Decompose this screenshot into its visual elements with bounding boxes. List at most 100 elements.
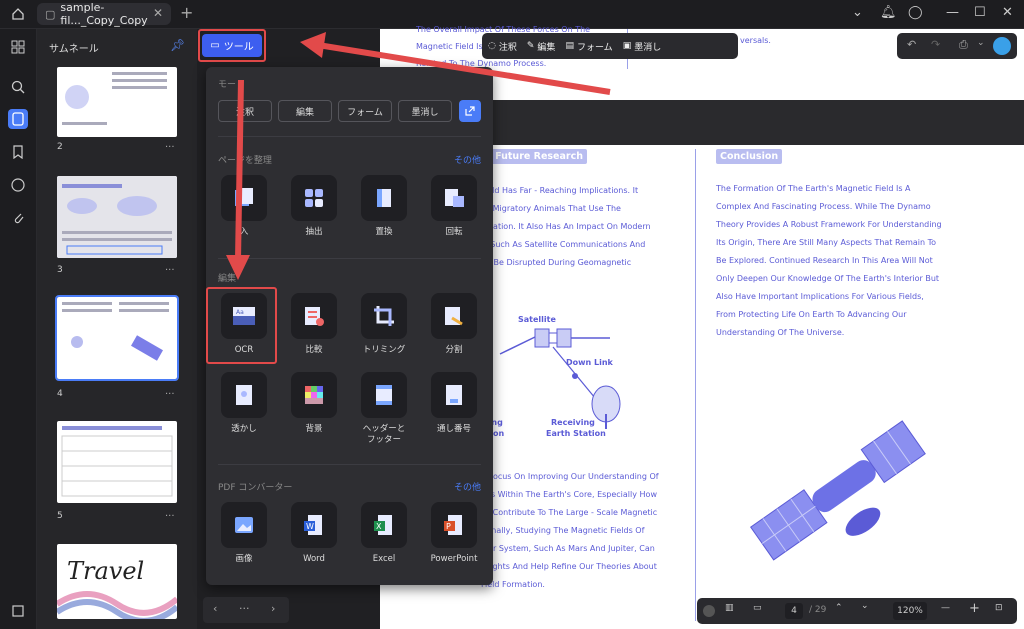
- organize-more-link[interactable]: その他: [454, 153, 481, 166]
- more-icon[interactable]: ···: [239, 602, 250, 615]
- more-icon[interactable]: ···: [165, 142, 175, 153]
- doc-line: Be Explored. Continued Research In This …: [716, 256, 933, 265]
- mode-form-button[interactable]: フォーム: [338, 100, 392, 122]
- minimize-icon[interactable]: —: [946, 5, 959, 20]
- compare-icon: [291, 293, 337, 339]
- insert-tool[interactable]: 入: [214, 175, 274, 245]
- to-powerpoint-tool[interactable]: P PowerPoint: [424, 502, 484, 572]
- maximize-icon[interactable]: ☐: [974, 5, 986, 20]
- document-icon: ▢: [45, 7, 56, 21]
- diagram-label: Satellite: [518, 315, 556, 324]
- edit-mode-button[interactable]: ✎ 編集: [527, 40, 556, 53]
- chevron-up-icon[interactable]: ⌃: [835, 603, 843, 613]
- notification-icon[interactable]: 🔔︎: [880, 5, 897, 20]
- chevron-left-icon[interactable]: ‹: [213, 602, 217, 615]
- presentation-icon[interactable]: ▭: [753, 603, 762, 613]
- undo-icon[interactable]: ↶: [907, 38, 916, 51]
- word-icon: W: [291, 502, 337, 548]
- powerpoint-icon: P: [431, 502, 477, 548]
- add-tab-button[interactable]: +: [180, 3, 193, 22]
- zoom-level[interactable]: 120%: [893, 602, 927, 620]
- more-icon[interactable]: ···: [165, 511, 175, 522]
- page-thumbnail-5[interactable]: [57, 421, 177, 503]
- redo-icon[interactable]: ↷: [931, 38, 940, 51]
- edit-icon: ✎: [526, 41, 535, 51]
- svg-text:W: W: [306, 522, 314, 531]
- header-footer-icon: [361, 372, 407, 418]
- tool-label: Word: [303, 554, 325, 564]
- redact-mode-button[interactable]: ▣ 墨消し: [623, 40, 662, 53]
- close-tab-icon[interactable]: ✕: [153, 6, 163, 20]
- to-image-tool[interactable]: 画像: [214, 502, 274, 572]
- chevron-down-icon[interactable]: ⌄: [861, 601, 869, 611]
- chevron-right-icon[interactable]: ›: [271, 602, 275, 615]
- page-number: 2: [57, 142, 63, 152]
- watermark-tool[interactable]: 透かし: [214, 372, 274, 442]
- compare-tool[interactable]: 比較: [284, 293, 344, 363]
- grid-icon[interactable]: [8, 37, 28, 57]
- split-tool[interactable]: 分割: [424, 293, 484, 363]
- page-thumbnail-2[interactable]: [57, 67, 177, 137]
- right-toolbar: ↶ ↷ ⎙ ⌄: [897, 33, 1017, 59]
- doc-line: vigation. It Also Has An Impact On Moder…: [481, 222, 651, 231]
- attachment-icon[interactable]: [8, 207, 28, 227]
- collapse-icon[interactable]: [703, 605, 715, 617]
- tool-label: 透かし: [231, 424, 257, 434]
- extract-icon: [291, 175, 337, 221]
- to-excel-tool[interactable]: X Excel: [354, 502, 414, 572]
- more-icon[interactable]: ···: [165, 265, 175, 276]
- page-thumbnail-4[interactable]: [55, 295, 179, 381]
- save-icon[interactable]: ⎙: [959, 38, 968, 52]
- background-tool[interactable]: 背景: [284, 372, 344, 442]
- more-icon[interactable]: ···: [165, 389, 175, 400]
- fit-page-icon[interactable]: ⊡: [995, 603, 1003, 613]
- mode-section-title: モード: [218, 80, 246, 90]
- mode-annotate-button[interactable]: 注釈: [218, 100, 272, 122]
- thumbnail-icon[interactable]: [8, 109, 28, 129]
- comment-icon[interactable]: [8, 175, 28, 195]
- doc-line: Magnetic Field Is: [416, 42, 483, 51]
- to-word-tool[interactable]: W Word: [284, 502, 344, 572]
- page-thumbnail-6[interactable]: Travel: [57, 544, 177, 619]
- replace-tool[interactable]: 置換: [354, 175, 414, 245]
- chevron-down-icon[interactable]: ⌄: [852, 5, 863, 20]
- page-number-tool[interactable]: 通し番号: [424, 372, 484, 442]
- background-icon: [291, 372, 337, 418]
- highlight-box: [198, 29, 266, 62]
- mode-edit-button[interactable]: 編集: [278, 100, 332, 122]
- thumbnail-panel-title: サムネール: [49, 44, 99, 55]
- page-thumbnail-3[interactable]: [57, 176, 177, 258]
- doc-line: Also Have Important Implications For Var…: [716, 292, 924, 301]
- bookmark-icon[interactable]: [8, 142, 28, 162]
- form-mode-button[interactable]: ▤ フォーム: [565, 40, 612, 53]
- home-icon[interactable]: [7, 4, 29, 24]
- zoom-in-icon[interactable]: +: [969, 601, 980, 616]
- page-layout-icon[interactable]: ▥: [725, 603, 734, 613]
- extract-tool[interactable]: 抽出: [284, 175, 344, 245]
- divider: [218, 258, 481, 259]
- external-link-icon[interactable]: [459, 100, 481, 122]
- document-tab[interactable]: ▢ sample-fil..._Copy_Copy ✕: [37, 1, 171, 27]
- tool-label: 画像: [235, 554, 253, 564]
- page-input[interactable]: 4: [785, 603, 803, 619]
- ai-assistant-icon[interactable]: [993, 37, 1011, 55]
- header-footer-tool[interactable]: ヘッダーと フッター: [354, 372, 414, 445]
- layers-icon[interactable]: [8, 601, 28, 621]
- mode-redact-button[interactable]: 墨消し: [398, 100, 452, 122]
- diagram-label: Down Link: [566, 358, 613, 367]
- doc-line: versals.: [740, 36, 771, 45]
- column-divider: [695, 149, 696, 621]
- tool-label: トリミング: [362, 345, 406, 355]
- rotate-tool[interactable]: 回転: [424, 175, 484, 245]
- tool-label: 分割: [445, 345, 463, 355]
- pin-icon[interactable]: 📌︎: [170, 38, 185, 52]
- converter-more-link[interactable]: その他: [454, 480, 481, 493]
- crop-tool[interactable]: トリミング: [354, 293, 414, 363]
- zoom-out-icon[interactable]: —: [941, 603, 950, 613]
- annotate-mode-button[interactable]: ◌ 注釈: [488, 40, 517, 53]
- close-window-icon[interactable]: ✕: [1002, 5, 1013, 20]
- tool-label: 背景: [305, 424, 323, 434]
- search-icon[interactable]: [8, 77, 28, 97]
- user-icon[interactable]: ◯: [908, 5, 923, 20]
- chevron-down-icon[interactable]: ⌄: [977, 38, 985, 48]
